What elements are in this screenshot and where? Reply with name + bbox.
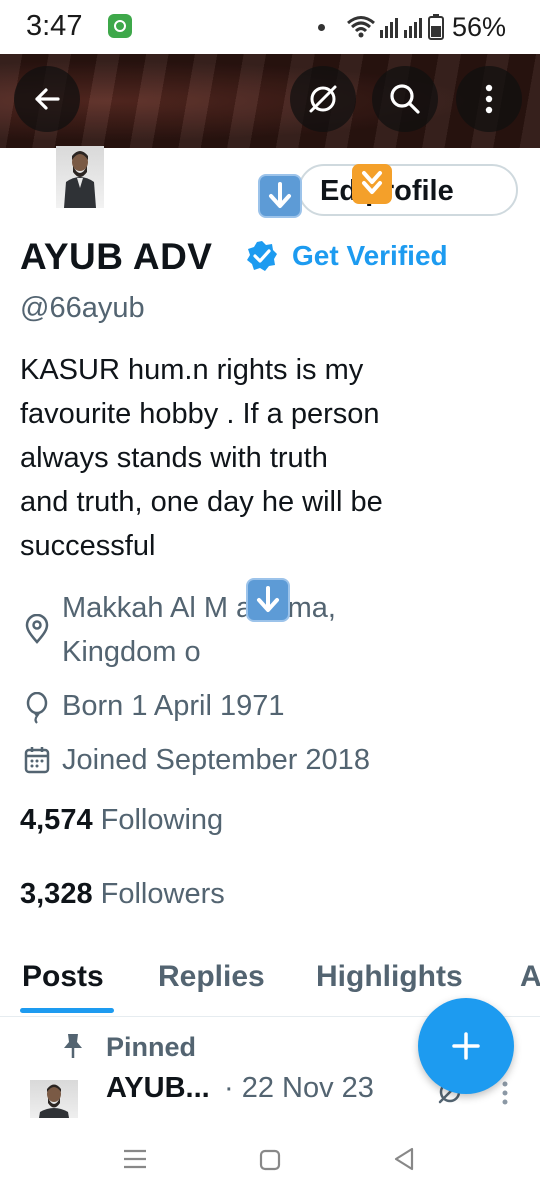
location-text-line2: Kingdom o	[62, 636, 201, 668]
slashed-circle-icon	[309, 85, 337, 113]
following-link[interactable]: 4,574 Following	[20, 804, 223, 837]
more-button[interactable]	[456, 66, 522, 132]
joined-text: Joined September 2018	[62, 744, 370, 776]
more-vertical-icon	[485, 84, 493, 114]
down-arrow-emoji-icon	[258, 174, 302, 218]
double-down-emoji-icon	[352, 164, 392, 204]
signal-icon	[380, 18, 422, 38]
following-count: 4,574	[20, 804, 93, 836]
status-bar: 3:47 56%	[0, 0, 540, 54]
bio-line: successful	[20, 530, 156, 562]
avatar[interactable]	[56, 146, 104, 208]
balloon-icon	[26, 692, 48, 724]
verified-badge-icon	[247, 241, 277, 271]
post-date: · 22 Nov 23	[224, 1072, 374, 1104]
bio-line: always stands with truth	[20, 442, 328, 474]
followers-link[interactable]: 3,328 Followers	[20, 878, 225, 911]
down-arrow-emoji-icon	[246, 578, 290, 622]
status-time: 3:47	[26, 10, 83, 42]
edit-profile-button[interactable]: Ed profile	[298, 164, 518, 216]
battery-percent: 56%	[452, 12, 507, 42]
bio-line: favourite hobby . If a person	[20, 398, 380, 430]
user-handle: @66ayub	[20, 292, 145, 324]
wifi-icon	[347, 16, 375, 38]
display-name: AYUB ADV	[20, 236, 213, 277]
bio-text: KASUR hum.n rights is my favourite hobby…	[20, 348, 500, 568]
tab-more[interactable]: A	[520, 960, 540, 994]
calendar-icon	[24, 747, 50, 774]
search-icon	[390, 84, 420, 114]
pinned-label: Pinned	[106, 1032, 197, 1062]
location-pin-icon	[25, 614, 49, 644]
compose-post-button[interactable]	[418, 998, 514, 1094]
arrow-left-icon	[35, 88, 60, 110]
app-notification-icon	[108, 14, 132, 38]
battery-icon	[428, 14, 444, 40]
back-nav-icon[interactable]	[392, 1146, 416, 1172]
followers-count: 3,328	[20, 878, 93, 910]
back-button[interactable]	[14, 66, 80, 132]
system-nav-bar	[0, 1118, 540, 1200]
active-tab-indicator	[20, 1008, 114, 1013]
tab-posts[interactable]: Posts	[22, 960, 104, 994]
location-text-line1: Makkah Al M arrama,	[62, 592, 336, 624]
post-author-name[interactable]: AYUB...	[106, 1072, 210, 1105]
profile-banner	[0, 54, 540, 148]
avatar-photo	[56, 146, 104, 208]
notification-dot-icon	[318, 24, 325, 31]
pin-icon	[64, 1034, 82, 1058]
recent-apps-icon[interactable]	[122, 1148, 148, 1170]
bio-line: KASUR hum.n rights is my	[20, 354, 364, 386]
tab-highlights[interactable]: Highlights	[316, 960, 463, 994]
bio-line: and truth, one day he will be	[20, 486, 383, 518]
tab-replies[interactable]: Replies	[158, 960, 265, 994]
post-more-icon[interactable]	[500, 1080, 510, 1106]
plus-icon	[452, 1032, 480, 1060]
following-label: Following	[100, 804, 224, 836]
get-verified-link[interactable]: Get Verified	[292, 240, 448, 272]
grok-button[interactable]	[290, 66, 356, 132]
followers-label: Followers	[100, 878, 225, 910]
search-button[interactable]	[372, 66, 438, 132]
home-icon[interactable]	[258, 1148, 282, 1172]
birthday-text: Born 1 April 1971	[62, 690, 285, 722]
